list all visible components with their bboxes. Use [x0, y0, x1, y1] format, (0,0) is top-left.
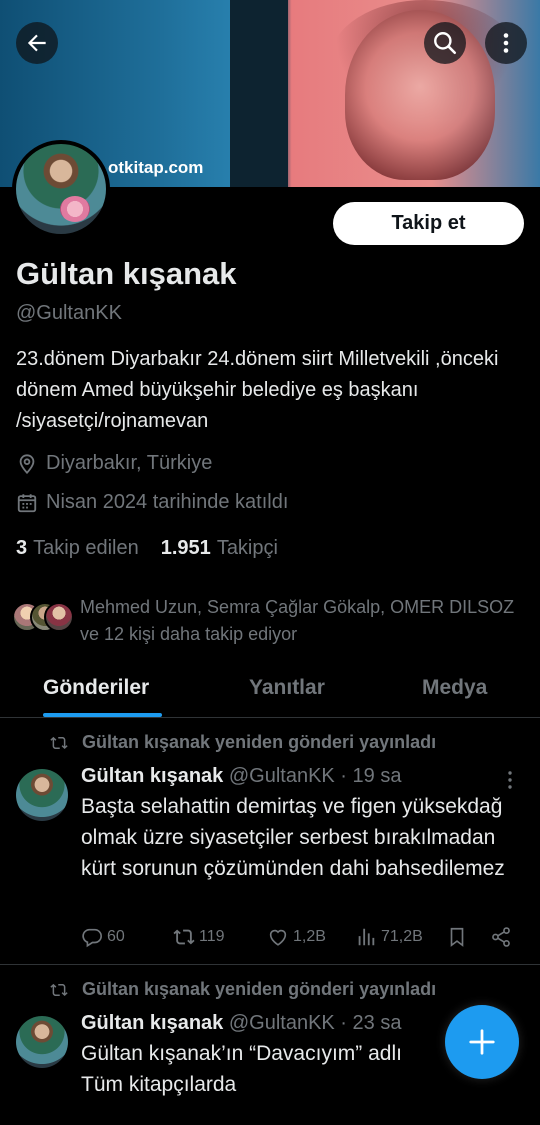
search-icon — [434, 32, 457, 55]
repost-indicator: Gültan kışanak yeniden gönderi yayınladı — [50, 979, 436, 1000]
following-link[interactable]: 3 Takip edilen — [16, 537, 139, 560]
like-count: 1,2B — [293, 928, 326, 945]
compose-button[interactable] — [445, 1005, 519, 1079]
plus-icon — [469, 1029, 495, 1055]
following-label: Takip edilen — [33, 537, 139, 559]
followers-count: 1.951 — [160, 537, 211, 559]
bookmark-icon — [450, 927, 464, 947]
share-button[interactable] — [490, 926, 516, 948]
calendar-icon — [17, 493, 37, 512]
post-handle-time: @GultanKK · 19 sa — [228, 765, 402, 787]
post-text-line: Tüm kitapçılarda — [81, 1073, 237, 1096]
like-button[interactable]: 1,2B — [267, 926, 326, 948]
banner-portrait — [345, 10, 495, 180]
search-button[interactable] — [424, 22, 466, 64]
banner-stripe — [230, 0, 288, 187]
tab-posts[interactable]: Gönderiler — [43, 676, 149, 700]
post-actions: 60 119 1,2B 71,2B — [81, 926, 521, 952]
views-chart-icon — [358, 928, 375, 946]
post-author-name[interactable]: Gültan kışanak — [81, 765, 223, 787]
active-tab-indicator — [43, 713, 162, 717]
following-count: 3 — [16, 537, 28, 559]
profile-name: Gültan kışanak — [16, 256, 237, 291]
back-button[interactable] — [16, 22, 58, 64]
location-text: Diyarbakır, Türkiye — [46, 452, 213, 474]
repost-label: Gültan kışanak yeniden gönderi yayınladı — [82, 979, 437, 999]
known-followers-text: Mehmed Uzun, Semra Çağlar Gökalp, OMER D… — [80, 597, 515, 644]
post-actions-partial — [81, 1116, 521, 1125]
views-button[interactable]: 71,2B — [355, 926, 423, 948]
follower-avatar — [44, 602, 74, 632]
profile-bio: 23.dönem Diyarbakır 24.dönem siirt Mille… — [16, 348, 499, 432]
banner-site-text: otkitap.com — [108, 158, 204, 177]
repost-count: 119 — [199, 928, 225, 945]
post-author-name[interactable]: Gültan kışanak — [81, 1012, 223, 1034]
post-header: Gültan kışanak @GultanKK · 23 sa — [81, 1012, 401, 1035]
repost-button[interactable]: 119 — [173, 926, 225, 948]
views-count: 71,2B — [381, 928, 423, 945]
more-vertical-icon — [503, 33, 509, 53]
followers-link[interactable]: 1.951 Takipçi — [161, 537, 278, 560]
more-vertical-icon — [508, 771, 512, 789]
profile-tabs: Gönderiler Yanıtlar Medya — [0, 668, 540, 718]
share-icon — [492, 927, 510, 947]
post-handle-time: @GultanKK · 23 sa — [228, 1012, 402, 1034]
profile-handle: @GultanKK — [16, 302, 122, 324]
known-followers[interactable]: Mehmed Uzun, Semra Çağlar Gökalp, OMER D… — [12, 592, 532, 648]
more-options-button[interactable] — [485, 22, 527, 64]
profile-location: Diyarbakır, Türkiye — [16, 452, 212, 475]
avatar-flowers — [60, 196, 90, 222]
profile-avatar[interactable] — [12, 140, 110, 238]
post-author-avatar[interactable] — [16, 769, 68, 821]
heart-icon — [269, 929, 287, 946]
post-item[interactable]: Gültan kışanak yeniden gönderi yayınladı… — [0, 719, 540, 965]
arrow-left-icon — [27, 34, 46, 52]
joined-text: Nisan 2024 tarihinde katıldı — [46, 491, 289, 513]
followers-label: Takipçi — [216, 537, 278, 559]
reply-count: 60 — [107, 928, 125, 945]
reply-button[interactable]: 60 — [81, 926, 125, 948]
bookmark-button[interactable] — [446, 926, 472, 948]
post-author-avatar[interactable] — [16, 1016, 68, 1068]
repost-label: Gültan kışanak yeniden gönderi yayınladı — [82, 732, 437, 752]
location-pin-icon — [19, 453, 35, 474]
repost-icon — [50, 983, 68, 996]
reply-icon — [82, 928, 102, 948]
repost-indicator: Gültan kışanak yeniden gönderi yayınladı — [50, 732, 436, 753]
follow-button[interactable]: Takip et — [333, 202, 524, 245]
post-text: Başta selahattin demirtaş ve figen yükse… — [81, 795, 505, 880]
profile-joined: Nisan 2024 tarihinde katıldı — [16, 491, 288, 514]
profile-stats: 3 Takip edilen 1.951 Takipçi — [16, 537, 278, 560]
repost-icon — [173, 929, 195, 945]
tab-media[interactable]: Medya — [422, 676, 487, 700]
repost-icon — [50, 736, 68, 749]
post-header: Gültan kışanak @GultanKK · 19 sa — [81, 765, 401, 788]
tab-replies[interactable]: Yanıtlar — [249, 676, 325, 700]
